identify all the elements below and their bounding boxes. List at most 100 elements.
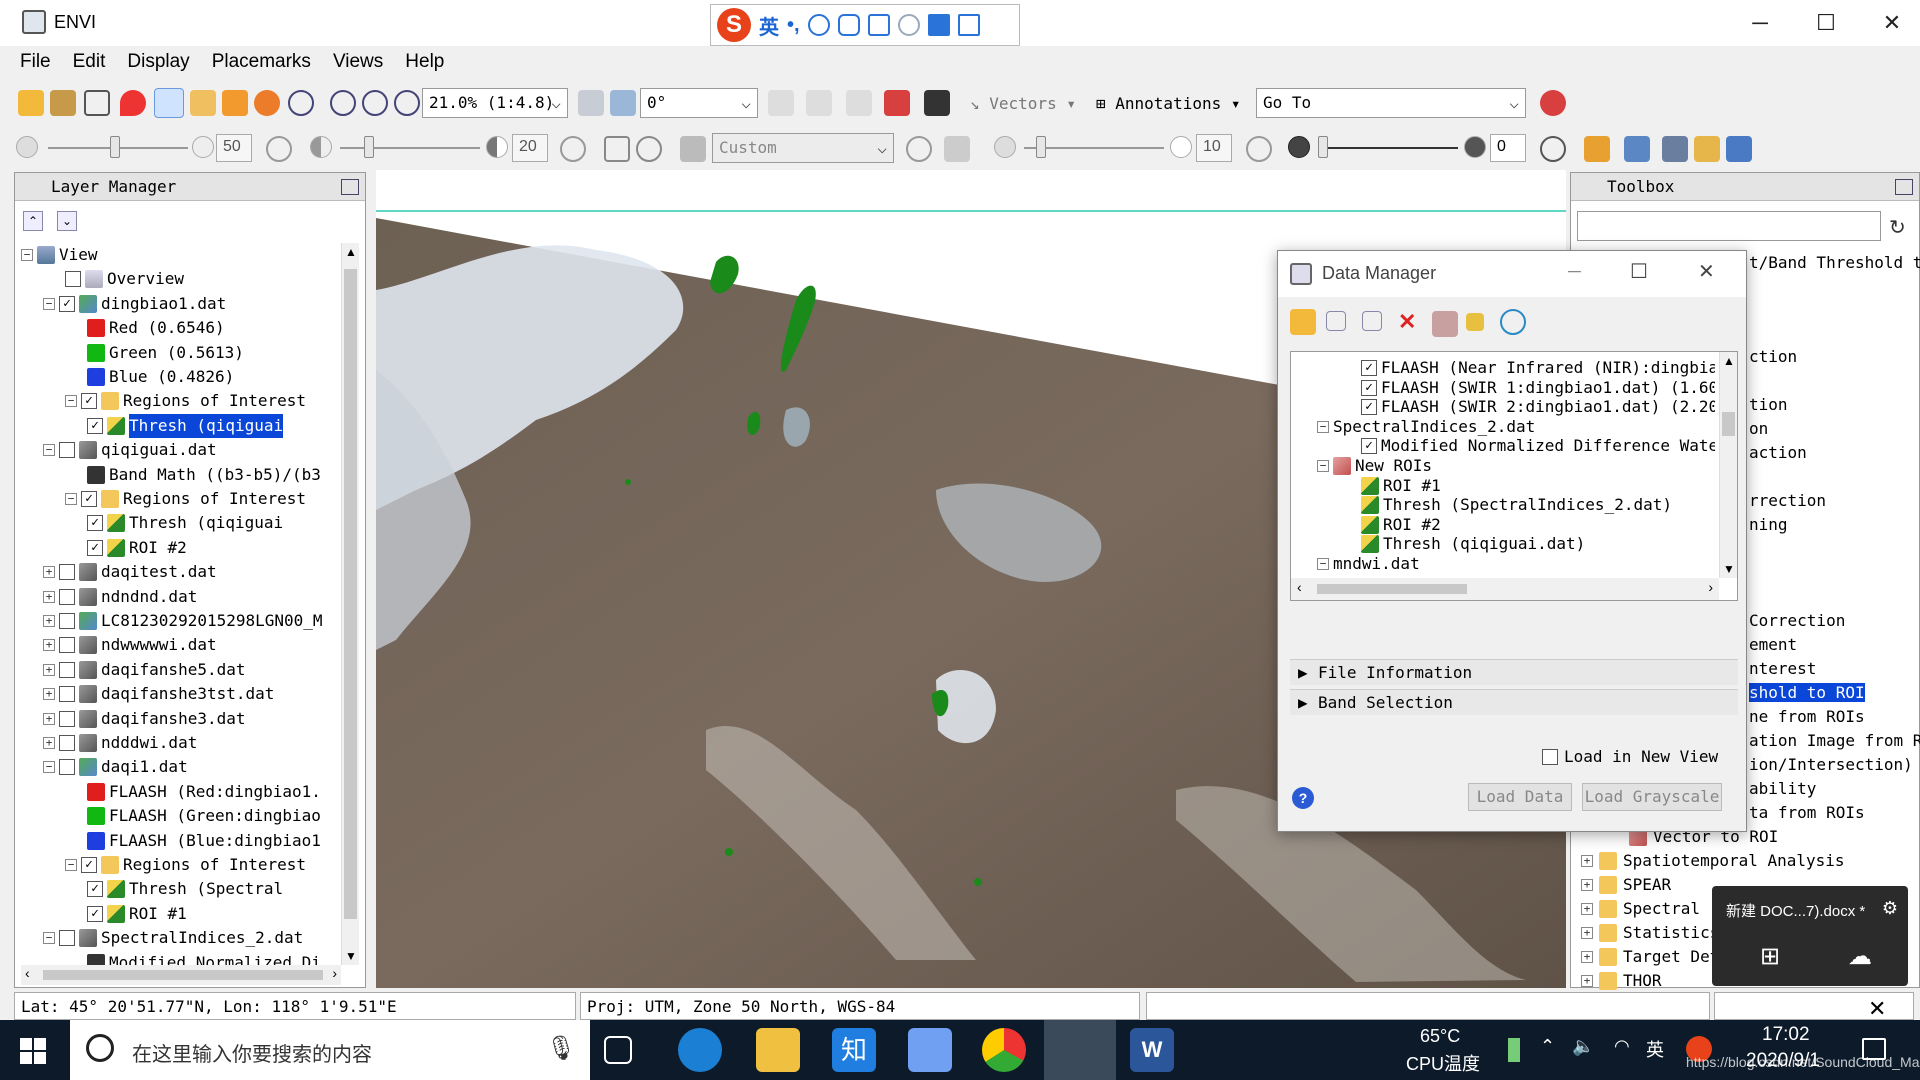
open-folder-icon[interactable] xyxy=(18,90,44,116)
transparency-slider-knob[interactable] xyxy=(1036,136,1046,158)
vectors-menu[interactable]: ↘ Vectors ▾ xyxy=(970,94,1076,113)
roi-tool-icon[interactable] xyxy=(884,90,910,116)
collapse-icon[interactable]: − xyxy=(21,249,33,261)
task-view-icon[interactable] xyxy=(604,1036,632,1064)
rotate-right-icon[interactable] xyxy=(610,90,636,116)
placemark-icon[interactable] xyxy=(120,90,146,116)
ime-punctuation[interactable]: •, xyxy=(787,14,800,37)
tray-ime[interactable]: 英 xyxy=(1646,1036,1664,1062)
toolbox-item-label[interactable]: Correction xyxy=(1749,611,1845,630)
layer-row[interactable]: − qiqiguai.dat xyxy=(43,438,217,462)
help-icon[interactable]: ? xyxy=(1292,787,1314,809)
toolbox-item-label[interactable]: shold to ROI xyxy=(1749,683,1865,702)
user-icon[interactable] xyxy=(897,14,920,36)
layer-checkbox[interactable]: ✓ xyxy=(59,295,75,312)
toolbox-item-label[interactable]: rrection xyxy=(1749,491,1826,510)
toolbox-folder-row[interactable]: + Spatiotemporal Analysis xyxy=(1581,851,1845,870)
close-file-icon[interactable]: ✕ xyxy=(1398,311,1424,337)
collapse-icon[interactable] xyxy=(1326,311,1346,331)
layer-row[interactable]: + daqifanshe5.dat xyxy=(43,658,246,682)
stretch-type-dropdown[interactable]: Custom ⌵ xyxy=(712,133,894,163)
toolbox-item-label[interactable]: ation Image from ROI xyxy=(1749,731,1920,750)
contrast-icon[interactable] xyxy=(310,136,332,158)
sogou-logo-icon[interactable]: S xyxy=(717,8,751,42)
expand-icon[interactable]: + xyxy=(1581,902,1593,915)
collapse-icon[interactable]: − xyxy=(1317,420,1329,433)
layer-tree[interactable]: − View Overview − ✓ dingbiao1.dat Red (0.6546)… xyxy=(21,243,341,965)
toolbox-item-label[interactable]: ement xyxy=(1749,635,1797,654)
dock-icon[interactable] xyxy=(341,179,359,195)
battery-icon[interactable] xyxy=(1508,1038,1520,1062)
layer-checkbox[interactable]: ✓ xyxy=(81,857,97,873)
layer-checkbox[interactable] xyxy=(59,637,75,654)
menu-help[interactable]: Help xyxy=(405,51,444,73)
layer-row[interactable]: − daqi1.dat xyxy=(43,755,188,779)
maximize-button[interactable]: ☐ xyxy=(1796,6,1856,40)
layer-row[interactable]: − ✓ Regions of Interest xyxy=(65,487,306,511)
pan-hand-icon[interactable] xyxy=(190,90,216,116)
rotate-left-icon[interactable] xyxy=(578,90,604,116)
brightness-value[interactable]: 50 xyxy=(216,134,252,162)
data-manager-row[interactable]: − mndwi.dat xyxy=(1317,552,1420,572)
toolbox-item-label[interactable]: on xyxy=(1749,419,1768,438)
ime-language[interactable]: 英 xyxy=(759,11,779,40)
layer-row[interactable]: Blue (0.4826) xyxy=(87,365,234,389)
dock-icon[interactable] xyxy=(1895,179,1913,195)
full-extent-icon[interactable] xyxy=(604,136,630,162)
status-close-icon[interactable]: ✕ xyxy=(1868,996,1886,1022)
layer-row[interactable]: Red (0.6546) xyxy=(87,316,225,340)
word-icon[interactable]: W xyxy=(1130,1028,1174,1072)
layer-checkbox[interactable] xyxy=(59,686,75,703)
chrome-icon[interactable] xyxy=(982,1028,1026,1072)
reset-contrast-icon[interactable] xyxy=(560,136,586,162)
emoji-icon[interactable] xyxy=(807,14,830,36)
ime-toolbar[interactable]: S 英 •, xyxy=(710,4,1020,46)
transparency-value[interactable]: 10 xyxy=(1196,134,1232,162)
collapse-icon[interactable]: − xyxy=(65,493,77,505)
collapse-icon[interactable]: − xyxy=(1317,558,1329,570)
layer-checkbox[interactable] xyxy=(59,613,75,629)
dm-close-button[interactable]: ✕ xyxy=(1698,259,1715,284)
expand-all-button[interactable]: ⌄ xyxy=(57,211,77,231)
pin-icon[interactable] xyxy=(1466,313,1484,331)
expand-icon[interactable]: + xyxy=(43,615,55,627)
toolbox-item-label[interactable]: ning xyxy=(1749,515,1788,534)
layer-checkbox[interactable]: ✓ xyxy=(87,539,103,556)
close-all-icon[interactable] xyxy=(1432,311,1458,337)
expand-icon[interactable]: + xyxy=(43,712,55,725)
refresh-stretch-icon[interactable] xyxy=(906,136,932,162)
toolbox-item-label[interactable]: ion/Intersection) R xyxy=(1749,755,1920,774)
layer-row[interactable]: FLAASH (Red:dingbiao1. xyxy=(87,780,321,804)
layer-row[interactable]: + ndwwwwwi.dat xyxy=(43,633,217,657)
toast-settings-icon[interactable]: ⚙ xyxy=(1882,898,1898,919)
collapse-icon[interactable]: − xyxy=(43,761,55,774)
data-tree-vscroll-thumb[interactable] xyxy=(1722,412,1735,436)
open-folder-icon[interactable] xyxy=(1290,309,1316,335)
layer-tree-hscroll-thumb[interactable] xyxy=(43,970,323,980)
expand-icon[interactable]: + xyxy=(43,639,55,652)
zoom-dropdown[interactable]: 21.0% (1:4.8) ⌵ xyxy=(422,88,568,118)
rotation-dropdown[interactable]: 0° ⌵ xyxy=(640,88,758,118)
expand-icon[interactable]: + xyxy=(1581,926,1593,939)
scroll-right-icon[interactable]: › xyxy=(332,965,337,981)
portal-icon[interactable] xyxy=(1662,136,1688,162)
toolbox-item-label[interactable]: ction xyxy=(1749,347,1797,366)
opacity-value[interactable]: 0 xyxy=(1490,134,1526,162)
layer-row[interactable]: + ndddwi.dat xyxy=(43,731,197,755)
layer-tree-vscroll-thumb[interactable] xyxy=(344,269,357,919)
layer-checkbox[interactable]: ✓ xyxy=(81,393,97,410)
expand-icon[interactable]: + xyxy=(43,590,55,603)
layer-row[interactable]: + ndndnd.dat xyxy=(43,585,197,609)
brightness-max-icon[interactable] xyxy=(192,136,214,158)
contrast-slider[interactable] xyxy=(340,147,480,149)
expand-icon[interactable]: + xyxy=(1581,950,1593,963)
layer-row[interactable]: Green (0.5613) xyxy=(87,341,244,365)
layer-checkbox[interactable] xyxy=(59,710,75,727)
expand-icon[interactable]: + xyxy=(1581,854,1593,867)
menu-file[interactable]: File xyxy=(20,51,51,73)
toolbox-search-input[interactable] xyxy=(1577,211,1881,241)
reset-brightness-icon[interactable] xyxy=(266,136,292,162)
zoom-icon[interactable] xyxy=(288,90,314,116)
shirt-icon[interactable] xyxy=(927,14,950,36)
new-document-icon[interactable]: ⊞ xyxy=(1760,942,1780,971)
